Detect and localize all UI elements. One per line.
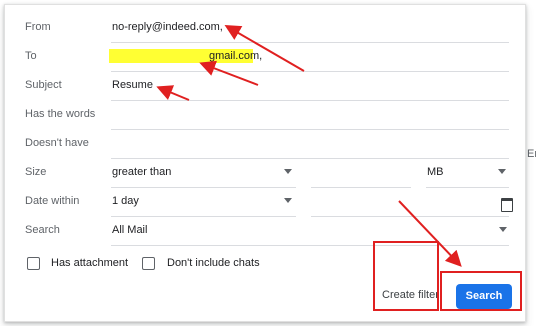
dont-include-chats-label: Don't include chats	[167, 257, 260, 269]
search-in-label: Search	[25, 224, 60, 236]
from-field[interactable]: no-reply@indeed.com,	[111, 14, 509, 43]
chevron-down-icon	[498, 169, 506, 174]
size-comparator-value: greater than	[112, 166, 172, 178]
date-within-select[interactable]: 1 day	[111, 188, 296, 217]
size-unit-select[interactable]: MB	[426, 159, 509, 188]
size-unit-value: MB	[427, 166, 444, 178]
size-label: Size	[25, 166, 47, 178]
subject-row: Subject Resume	[5, 72, 525, 101]
doesnt-have-label: Doesn't have	[25, 137, 89, 149]
subject-field[interactable]: Resume	[111, 72, 509, 101]
to-value: gmail.com,	[209, 50, 263, 62]
search-in-select[interactable]: All Mail	[111, 217, 509, 246]
subject-value: Resume	[112, 79, 153, 91]
subject-label: Subject	[25, 79, 62, 91]
doesnt-have-field[interactable]	[111, 130, 509, 159]
chevron-down-icon	[284, 198, 292, 203]
chevron-down-icon	[499, 227, 507, 232]
size-row: Size greater than MB	[5, 159, 525, 188]
annotation-box-search	[440, 271, 522, 311]
size-amount-field[interactable]	[311, 159, 411, 188]
date-field[interactable]	[311, 188, 509, 217]
has-words-row: Has the words	[5, 101, 525, 130]
doesnt-have-row: Doesn't have	[5, 130, 525, 159]
annotation-box-create-filter	[373, 241, 439, 311]
chevron-down-icon	[284, 169, 292, 174]
has-words-label: Has the words	[25, 108, 96, 120]
calendar-icon[interactable]	[501, 198, 513, 212]
date-within-value: 1 day	[112, 195, 139, 207]
from-label: From	[25, 21, 51, 33]
has-attachment-checkbox[interactable]	[27, 257, 40, 270]
has-words-field[interactable]	[111, 101, 509, 130]
has-attachment-label: Has attachment	[51, 257, 129, 269]
date-within-label: Date within	[25, 195, 80, 207]
from-value: no-reply@indeed.com,	[112, 21, 223, 33]
size-comparator-select[interactable]: greater than	[111, 159, 296, 188]
to-row: To gmail.com,	[5, 43, 525, 72]
search-in-value: All Mail	[112, 224, 148, 236]
to-label: To	[25, 50, 37, 62]
background-text-fragment: Er	[527, 148, 536, 160]
to-field[interactable]: gmail.com,	[109, 43, 509, 72]
dont-include-chats-checkbox[interactable]	[142, 257, 155, 270]
search-in-row: Search All Mail	[5, 217, 525, 246]
date-within-row: Date within 1 day	[5, 188, 525, 217]
from-row: From no-reply@indeed.com,	[5, 14, 525, 43]
